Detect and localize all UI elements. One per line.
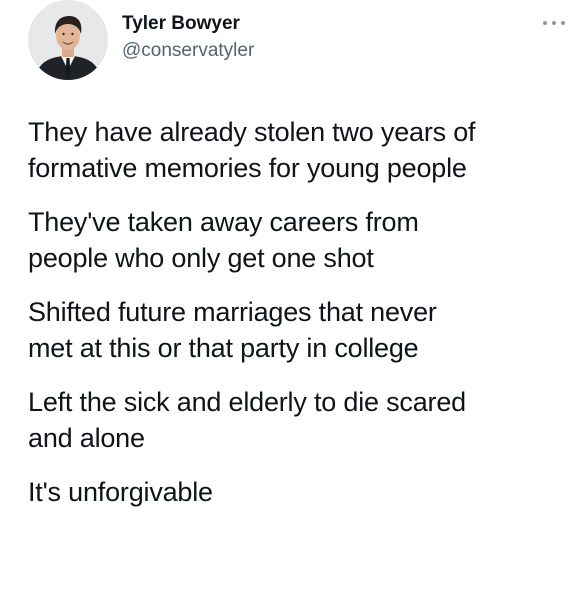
- author-handle[interactable]: @conservatyler: [122, 39, 254, 63]
- tweet-paragraph: Left the sick and elderly to die scared …: [28, 387, 466, 453]
- tweet-paragraph: It's unforgivable: [28, 477, 213, 507]
- ellipsis-icon: [543, 21, 547, 25]
- tweet-text: They have already stolen two years of fo…: [28, 114, 568, 528]
- tweet-paragraph: They have already stolen two years of fo…: [28, 117, 476, 183]
- ellipsis-icon: [552, 21, 556, 25]
- profile-photo-icon: [28, 0, 108, 80]
- tweet-paragraph: Shifted future marriages that never met …: [28, 297, 437, 363]
- avatar[interactable]: [28, 0, 108, 80]
- tweet-card: Tyler Bowyer @conservatyler They have al…: [0, 0, 583, 600]
- author-block: Tyler Bowyer @conservatyler: [122, 12, 254, 63]
- more-options-button[interactable]: [543, 18, 565, 28]
- tweet-paragraph: They've taken away careers from people w…: [28, 207, 419, 273]
- author-display-name[interactable]: Tyler Bowyer: [122, 12, 254, 36]
- ellipsis-icon: [561, 21, 565, 25]
